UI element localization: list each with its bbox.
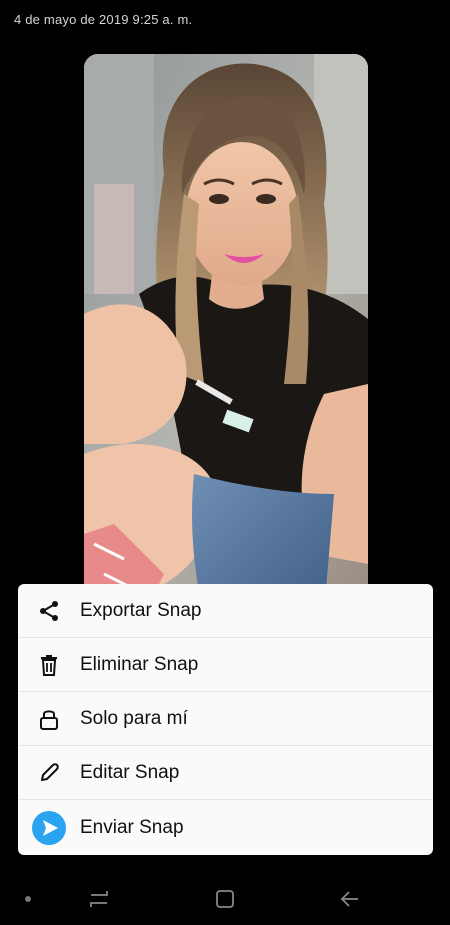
nav-dot-icon[interactable] bbox=[25, 896, 31, 902]
menu-item-label: Solo para mí bbox=[80, 707, 188, 729]
send-icon bbox=[18, 801, 80, 855]
home-icon[interactable] bbox=[212, 886, 238, 912]
lock-icon bbox=[18, 692, 80, 746]
back-icon[interactable] bbox=[337, 886, 363, 912]
snap-timestamp: 4 de mayo de 2019 9:25 a. m. bbox=[14, 12, 193, 27]
menu-item-label: Exportar Snap bbox=[80, 599, 202, 621]
menu-item-label: Eliminar Snap bbox=[80, 653, 199, 675]
menu-item-edit-snap[interactable]: Editar Snap bbox=[18, 746, 433, 800]
menu-item-label: Enviar Snap bbox=[80, 816, 184, 838]
pencil-icon bbox=[18, 746, 80, 800]
system-navigation-bar bbox=[0, 872, 450, 925]
snap-action-menu: Exportar Snap Eliminar Snap Solo para mí bbox=[18, 584, 433, 855]
menu-item-export-snap[interactable]: Exportar Snap bbox=[18, 584, 433, 638]
share-icon bbox=[18, 584, 80, 638]
snap-photo[interactable] bbox=[84, 54, 368, 614]
menu-item-delete-snap[interactable]: Eliminar Snap bbox=[18, 638, 433, 692]
trash-icon bbox=[18, 638, 80, 692]
snap-photo-image bbox=[84, 54, 368, 614]
recent-apps-icon[interactable] bbox=[86, 886, 112, 912]
menu-item-only-for-me[interactable]: Solo para mí bbox=[18, 692, 433, 746]
menu-item-label: Editar Snap bbox=[80, 761, 180, 783]
menu-item-send-snap[interactable]: Enviar Snap bbox=[18, 800, 433, 855]
